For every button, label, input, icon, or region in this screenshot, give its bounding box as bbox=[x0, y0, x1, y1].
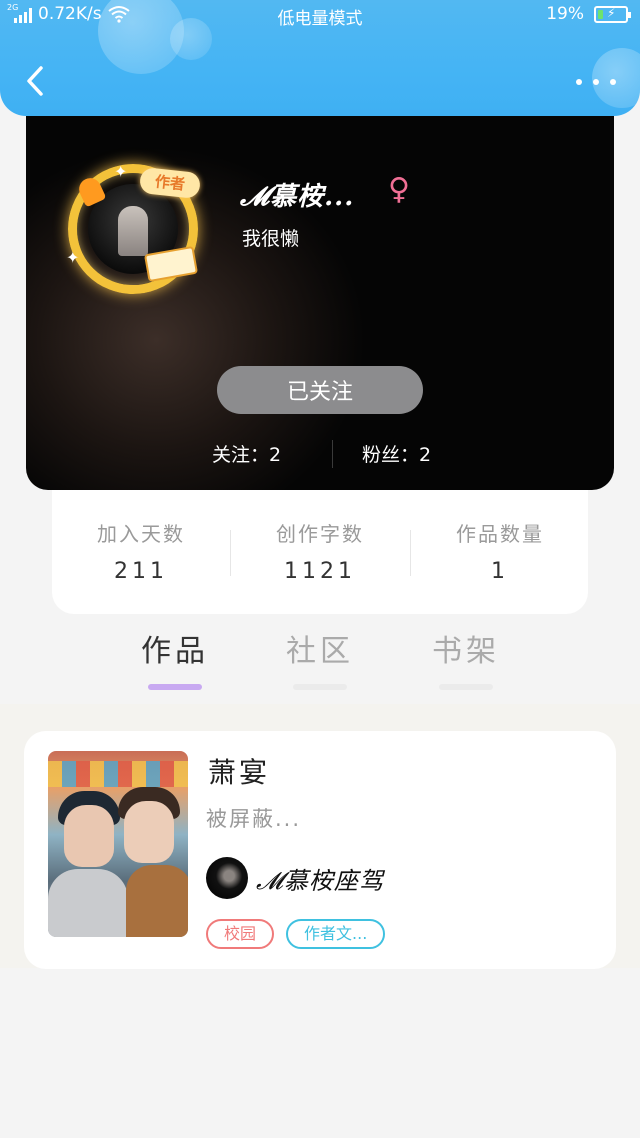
content-tabs: 作品 社区 书架 bbox=[0, 626, 640, 692]
work-author[interactable]: 𝓜慕桉座驾 bbox=[206, 857, 384, 899]
battery-percent: 19% bbox=[546, 4, 584, 24]
tab-label: 书架 bbox=[432, 634, 500, 669]
work-title[interactable]: 萧宴 bbox=[208, 751, 270, 791]
top-header: 2G 0.72K/s 低电量模式 19% ⚡ bbox=[0, 0, 640, 116]
back-arrow-icon bbox=[27, 66, 43, 96]
fans-count[interactable]: 粉丝：2 bbox=[362, 440, 431, 467]
tab-label: 作品 bbox=[141, 634, 209, 669]
tab-indicator bbox=[148, 684, 202, 690]
work-tags: 校园 作者文... bbox=[206, 919, 386, 949]
back-button[interactable] bbox=[20, 62, 50, 100]
stats-panel: 加入天数 211 创作字数 1121 作品数量 1 bbox=[52, 482, 588, 614]
stat-value: 1 bbox=[491, 559, 509, 584]
more-options-button[interactable] bbox=[576, 70, 616, 94]
stat-label: 创作字数 bbox=[276, 522, 364, 546]
following-count[interactable]: 关注：2 bbox=[212, 440, 281, 467]
stat-value: 211 bbox=[114, 559, 168, 584]
stat-value: 1121 bbox=[284, 559, 356, 584]
tab-community[interactable]: 社区 bbox=[260, 626, 380, 690]
author-avatar bbox=[206, 857, 248, 899]
book-cover-image[interactable] bbox=[48, 751, 188, 937]
more-dots-icon bbox=[610, 79, 616, 85]
power-saving-mode: 低电量模式 bbox=[277, 9, 363, 29]
avatar[interactable]: ✦ ✦ 作者 bbox=[66, 162, 202, 294]
stat-label: 加入天数 bbox=[97, 522, 185, 546]
tab-label: 社区 bbox=[286, 634, 354, 669]
user-nickname: 𝓜慕桉... bbox=[240, 182, 355, 212]
stat-word-count: 创作字数 1121 bbox=[231, 518, 409, 584]
divider bbox=[332, 440, 333, 468]
sparkle-icon: ✦ bbox=[114, 162, 128, 181]
status-bar: 2G 0.72K/s 低电量模式 19% ⚡ bbox=[0, 0, 640, 30]
tag-campus[interactable]: 校园 bbox=[206, 919, 275, 949]
female-gender-icon: ♀ bbox=[388, 172, 410, 207]
battery-icon: ⚡ bbox=[594, 5, 631, 23]
tab-works[interactable]: 作品 bbox=[115, 626, 235, 690]
work-card[interactable]: 萧宴 被屏蔽... 𝓜慕桉座驾 校园 作者文... bbox=[24, 731, 616, 969]
more-dots-icon bbox=[576, 79, 582, 85]
tab-indicator bbox=[293, 684, 347, 690]
author-name: 𝓜慕桉座驾 bbox=[256, 866, 384, 895]
tag-author-text[interactable]: 作者文... bbox=[286, 919, 386, 949]
status-right: 19% ⚡ bbox=[546, 4, 631, 24]
stat-join-days: 加入天数 211 bbox=[52, 518, 230, 584]
follow-button[interactable]: 已关注 bbox=[217, 366, 423, 414]
work-description: 被屏蔽... bbox=[206, 807, 302, 831]
tab-bookshelf[interactable]: 书架 bbox=[406, 626, 526, 690]
stat-label: 作品数量 bbox=[456, 522, 544, 546]
sparkle-icon: ✦ bbox=[66, 248, 80, 267]
more-dots-icon bbox=[593, 79, 599, 85]
user-bio: 我很懒 bbox=[242, 228, 300, 250]
profile-card: ✦ ✦ 作者 𝓜慕桉... ♀ 我很懒 已关注 关注：2 粉丝：2 bbox=[26, 100, 614, 490]
follow-stats: 关注：2 粉丝：2 bbox=[26, 440, 614, 470]
tab-indicator bbox=[439, 684, 493, 690]
stat-works-count: 作品数量 1 bbox=[411, 518, 589, 584]
